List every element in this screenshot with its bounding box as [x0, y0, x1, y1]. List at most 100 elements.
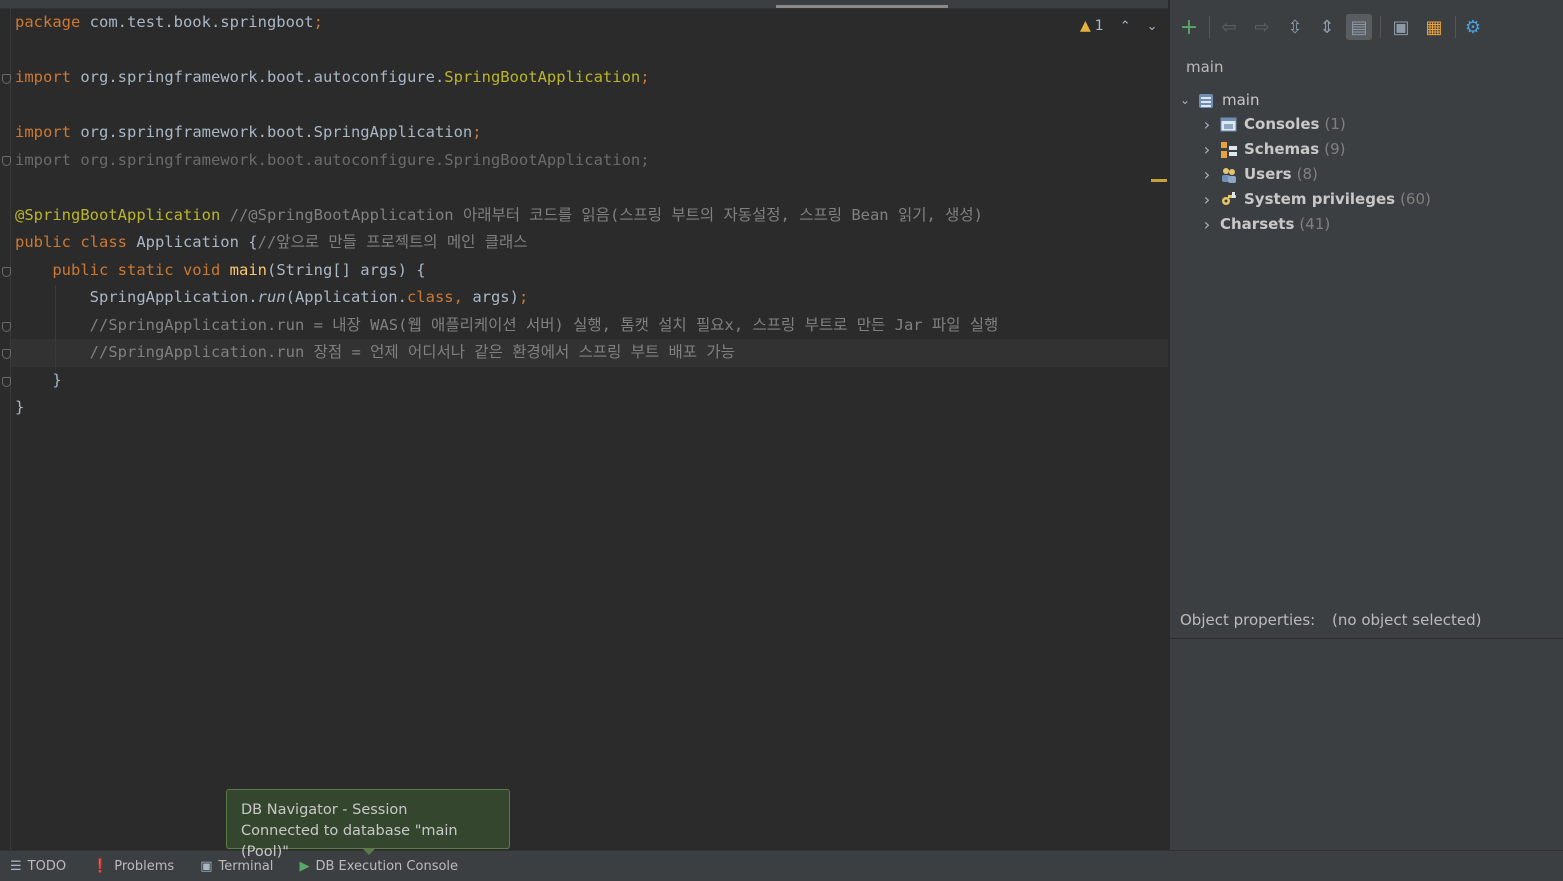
properties-divider	[1170, 638, 1563, 639]
code-token: org.springframework.boot.SpringApplicati…	[71, 123, 473, 141]
settings-icon[interactable]: ⚙	[1460, 14, 1486, 40]
code-token: }	[15, 398, 25, 416]
filter-icon[interactable]: ▤	[1346, 14, 1372, 40]
problems-icon: ❗	[92, 858, 109, 874]
code-token: ,	[453, 288, 473, 306]
problems-tab[interactable]: ❗ Problems	[92, 859, 174, 874]
chevron-right-icon[interactable]: ›	[1200, 212, 1214, 237]
fold-marker-icon[interactable]	[2, 377, 11, 387]
code-line[interactable]: package com.test.book.springboot;	[15, 9, 323, 36]
fold-marker-icon[interactable]	[2, 156, 11, 166]
code-token: ;	[472, 123, 482, 141]
code-line[interactable]: import org.springframework.boot.SpringAp…	[15, 119, 482, 146]
notification-message: Connected to database "main (Pool)"	[241, 823, 458, 860]
problems-tab-label: Problems	[114, 858, 175, 874]
code-token: //@SpringBootApplication 아래부터 코드를 읽음(스프링…	[220, 206, 984, 224]
code-token: package	[15, 13, 81, 31]
warning-icon[interactable]: ▲	[1080, 18, 1091, 34]
code-editor[interactable]: package com.test.book.springboot; import …	[0, 0, 1168, 850]
inspection-widget[interactable]: ▲ 1 ⌃ ⌄	[1080, 14, 1158, 38]
forward-icon[interactable]: ⇨	[1249, 14, 1275, 40]
tree-root-main[interactable]: ⌄ main	[1178, 88, 1260, 113]
consoles-icon	[1220, 116, 1238, 134]
tree-item-label: Schemas	[1244, 140, 1320, 158]
todo-tab[interactable]: ☰ TODO	[10, 859, 66, 874]
chevron-right-icon[interactable]: ›	[1200, 137, 1214, 162]
chevron-down-icon[interactable]: ⌄	[1178, 88, 1192, 113]
tree-item-count: (8)	[1296, 165, 1318, 183]
chevron-right-icon[interactable]: ›	[1200, 187, 1214, 212]
fold-marker-icon[interactable]	[2, 349, 11, 359]
collapse-all-icon[interactable]: ⇕	[1314, 14, 1340, 40]
tree-item-system-privileges[interactable]: › System privileges (60)	[1200, 187, 1431, 212]
code-token: ;	[313, 13, 323, 31]
code-token: ;	[640, 68, 650, 86]
list-icon: ☰	[10, 858, 22, 874]
code-token: //SpringApplication.run = 내장 WAS(웹 애플리케이…	[89, 316, 999, 334]
tree-item-charsets[interactable]: › Charsets (41)	[1200, 212, 1330, 237]
notification-balloon[interactable]: DB Navigator - Session Connected to data…	[226, 789, 510, 860]
db-browser-toolbar: + ⇦ ⇨ ⇳ ⇕ ▤ ▣ ▦ ⚙	[1170, 8, 1563, 48]
code-line[interactable]: //SpringApplication.run = 내장 WAS(웹 애플리케이…	[15, 312, 999, 339]
code-line[interactable]: }	[15, 394, 24, 421]
terminal-icon: ▣	[200, 858, 213, 874]
code-line[interactable]: import org.springframework.boot.autoconf…	[15, 64, 650, 91]
fold-marker-icon[interactable]	[2, 322, 11, 332]
tree-item-users[interactable]: › Users (8)	[1200, 162, 1318, 187]
panel-header: main	[1186, 58, 1224, 76]
code-line[interactable]: @SpringBootApplication //@SpringBootAppl…	[15, 202, 983, 229]
users-icon	[1220, 166, 1238, 184]
editor-gutter[interactable]	[0, 8, 11, 850]
privileges-icon	[1220, 191, 1238, 209]
editor-tab-strip	[0, 0, 1168, 9]
open-console-icon[interactable]: ▣	[1388, 14, 1414, 40]
new-console-icon[interactable]: ▦	[1421, 14, 1447, 40]
code-token: import	[15, 123, 71, 141]
tree-root-label: main	[1222, 91, 1260, 109]
toolbar-separator	[1380, 16, 1381, 38]
code-line[interactable]: }	[15, 367, 61, 394]
code-token: (String[] args) {	[266, 261, 426, 279]
back-icon[interactable]: ⇦	[1216, 14, 1242, 40]
code-token: org.springframework.boot.autoconfigure.	[71, 68, 445, 86]
previous-highlight-icon[interactable]: ⌃	[1120, 19, 1131, 34]
expand-all-icon[interactable]: ⇳	[1282, 14, 1308, 40]
warning-count[interactable]: 1	[1095, 18, 1104, 34]
next-highlight-icon[interactable]: ⌄	[1147, 19, 1158, 34]
code-line[interactable]: public static void main(String[] args) {	[15, 257, 426, 284]
toolbar-separator	[1455, 16, 1456, 38]
code-token: main	[229, 261, 267, 279]
warning-scroll-marker[interactable]	[1151, 179, 1167, 182]
code-token: run	[257, 288, 286, 306]
code-token: class	[406, 288, 454, 306]
code-line[interactable]: public class Application {//앞으로 만들 프로젝트의…	[15, 229, 528, 256]
tree-item-count: (41)	[1299, 215, 1331, 233]
code-token: SpringBootApplication	[444, 68, 641, 86]
notification-title: DB Navigator - Session	[241, 802, 408, 818]
code-line[interactable]: import org.springframework.boot.autoconf…	[15, 147, 650, 174]
code-line[interactable]: //SpringApplication.run 장점 = 언제 어디서나 같은 …	[15, 339, 735, 366]
add-icon[interactable]: +	[1176, 14, 1202, 40]
object-properties-value: (no object selected)	[1332, 611, 1482, 629]
tree-item-consoles[interactable]: › Consoles (1)	[1200, 112, 1346, 137]
code-token: public static void	[52, 261, 221, 279]
tree-item-count: (9)	[1324, 140, 1346, 158]
chevron-right-icon[interactable]: ›	[1200, 162, 1214, 187]
tree-item-label: System privileges	[1244, 190, 1396, 208]
notification-pointer	[362, 848, 376, 855]
db-browser-panel: + ⇦ ⇨ ⇳ ⇕ ▤ ▣ ▦ ⚙ main ⌄ main › Consoles(…	[1169, 0, 1563, 850]
tree-item-count: (1)	[1324, 115, 1346, 133]
code-line[interactable]: SpringApplication.run(Application.class,…	[15, 284, 529, 311]
code-token: com.test.book.springboot	[80, 13, 314, 31]
schemas-icon	[1220, 141, 1238, 159]
code-token: SpringApplication.	[15, 288, 258, 306]
chevron-right-icon[interactable]: ›	[1200, 112, 1214, 137]
code-token: public class	[15, 233, 127, 251]
tree-item-schemas[interactable]: › Schemas (9)	[1200, 137, 1346, 162]
fold-marker-icon[interactable]	[2, 74, 11, 84]
fold-marker-icon[interactable]	[2, 267, 11, 277]
code-token: import	[15, 68, 71, 86]
